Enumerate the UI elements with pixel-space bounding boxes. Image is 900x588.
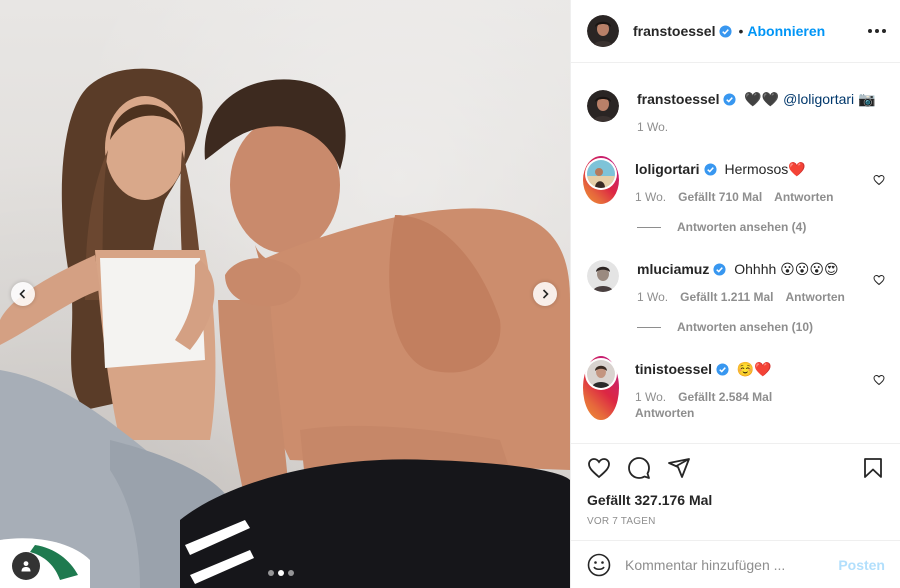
author-username[interactable]: franstoessel (633, 23, 715, 39)
carousel-dot (288, 570, 294, 576)
avatar (587, 160, 615, 188)
verified-icon (716, 363, 729, 376)
caption: franstoessel 🖤🖤 @loligortari 📷 1 Wo. (587, 90, 885, 134)
comment-username[interactable]: mluciamuz (637, 261, 709, 277)
comment-composer: Posten (571, 540, 900, 588)
like-comment-heart-icon[interactable] (873, 174, 885, 186)
comment-meta: 1 Wo. Gefällt 1.211 Mal Antworten (637, 290, 885, 304)
verified-icon (713, 263, 726, 276)
reply-button[interactable]: Antworten (786, 290, 845, 304)
comment: tinistoessel ☺️❤️ 1 Wo. Gefällt 2.584 Ma… (583, 356, 885, 420)
comment-body: Hermosos❤️ (724, 161, 806, 177)
story-ring[interactable] (583, 156, 619, 204)
share-icon[interactable] (667, 456, 691, 480)
post-header: franstoessel • Abonnieren (571, 0, 900, 63)
previous-slide-button[interactable] (11, 282, 35, 306)
comment-username[interactable]: tinistoessel (635, 361, 712, 377)
story-ring[interactable] (583, 356, 619, 420)
chevron-left-icon (19, 289, 26, 299)
comment-likes[interactable]: Gefällt 2.584 Mal (678, 390, 772, 404)
comment-age[interactable]: 1 Wo. (635, 190, 666, 204)
post-age[interactable]: VOR 7 TAGEN (587, 516, 885, 527)
caption-age[interactable]: 1 Wo. (637, 120, 668, 134)
comment-likes[interactable]: Gefällt 710 Mal (678, 190, 762, 204)
follow-button[interactable]: Abonnieren (747, 23, 825, 39)
comment-age[interactable]: 1 Wo. (637, 290, 668, 304)
avatar[interactable] (587, 260, 619, 292)
caption-username[interactable]: franstoessel (637, 91, 719, 107)
comments-list: franstoessel 🖤🖤 @loligortari 📷 1 Wo. lol… (571, 76, 900, 442)
next-slide-button[interactable] (533, 282, 557, 306)
comment-likes[interactable]: Gefällt 1.211 Mal (680, 290, 773, 304)
comment-text: mluciamuz Ohhhh 😮😮😮😍 (637, 260, 885, 278)
emoji-icon[interactable] (587, 553, 611, 577)
caption-camera-emoji: 📷 (858, 91, 876, 107)
caption-mention[interactable]: @loligortari (783, 91, 854, 107)
avatar[interactable] (587, 90, 619, 122)
tagged-users-button[interactable] (12, 552, 40, 580)
view-replies-button[interactable]: Antworten ansehen (10) (637, 320, 885, 334)
heart-icon[interactable] (587, 456, 611, 480)
chevron-right-icon (542, 289, 549, 299)
verified-icon (723, 93, 737, 106)
likes-count[interactable]: Gefällt 327.176 Mal (587, 492, 885, 508)
post-photo[interactable] (0, 0, 570, 588)
caption-meta: 1 Wo. (637, 120, 885, 134)
action-icons (587, 454, 885, 482)
view-replies-label: Antworten ansehen (4) (677, 220, 807, 234)
replies-line (637, 226, 661, 228)
carousel-dot (268, 570, 274, 576)
avatar (587, 360, 615, 388)
comment-body: ☺️❤️ (736, 361, 772, 377)
like-comment-heart-icon[interactable] (873, 274, 885, 286)
comment-body: Ohhhh 😮😮😮😍 (734, 261, 839, 277)
comment-text: loligortari Hermosos❤️ (635, 160, 885, 178)
bookmark-icon[interactable] (861, 456, 885, 480)
carousel-indicator (268, 570, 294, 576)
photo-illustration (0, 68, 570, 588)
user-icon (21, 561, 31, 572)
reply-button[interactable]: Antworten (635, 406, 694, 420)
comment-meta: 1 Wo. Gefällt 2.584 Mal Antworten (635, 390, 785, 420)
avatar[interactable] (587, 15, 619, 47)
view-replies-label: Antworten ansehen (10) (677, 320, 814, 334)
comment-age[interactable]: 1 Wo. (635, 390, 666, 404)
replies-line (637, 326, 661, 328)
verified-icon (719, 24, 733, 38)
carousel-dot-active (278, 570, 284, 576)
view-replies-button[interactable]: Antworten ansehen (4) (637, 220, 885, 234)
more-icon[interactable] (868, 29, 886, 33)
comment-text: tinistoessel ☺️❤️ (635, 360, 885, 378)
verified-icon (704, 163, 717, 176)
post-comment-button[interactable]: Posten (838, 557, 885, 573)
caption-text: franstoessel 🖤🖤 @loligortari 📷 (637, 90, 885, 108)
reply-button[interactable]: Antworten (774, 190, 833, 204)
post-actions: Gefällt 327.176 Mal VOR 7 TAGEN (571, 443, 900, 527)
separator-dot: • (738, 23, 744, 39)
comment: mluciamuz Ohhhh 😮😮😮😍 1 Wo. Gefällt 1.211… (587, 260, 885, 304)
comment-username[interactable]: loligortari (635, 161, 700, 177)
comment-meta: 1 Wo. Gefällt 710 Mal Antworten (635, 190, 885, 204)
like-comment-heart-icon[interactable] (873, 374, 885, 386)
comment-icon[interactable] (627, 456, 651, 480)
post-side-panel: franstoessel • Abonnieren franstoessel 🖤… (570, 0, 900, 588)
comment: loligortari Hermosos❤️ 1 Wo. Gefällt 710… (583, 156, 885, 204)
comment-input[interactable] (625, 556, 839, 573)
caption-hearts: 🖤🖤 (744, 91, 780, 107)
